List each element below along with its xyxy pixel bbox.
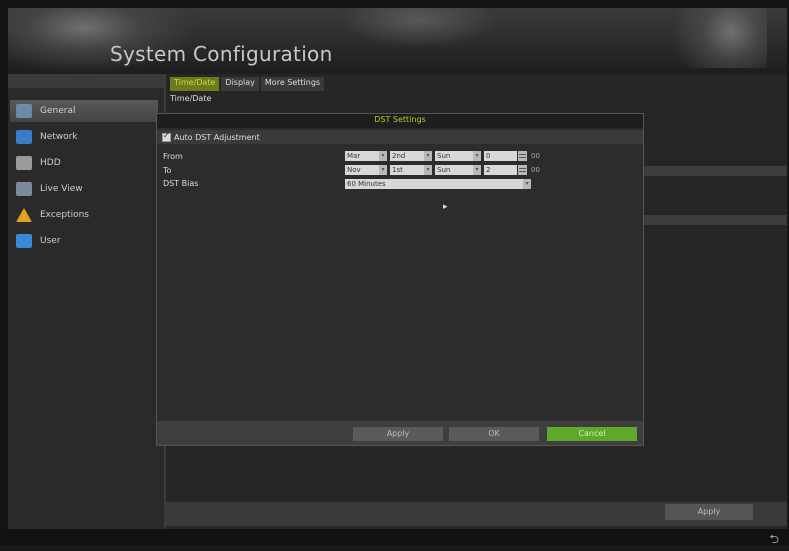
sidebar-item-general[interactable]: General (10, 100, 158, 122)
chevron-down-icon: ▾ (379, 151, 387, 161)
to-hour-value: 2 (486, 166, 491, 174)
from-label: From (163, 152, 183, 161)
enter-icon[interactable]: ⮌ (769, 530, 779, 551)
sidebar-item-label: Network (40, 132, 78, 142)
to-week-select[interactable]: 1st ▾ (390, 165, 432, 175)
to-hour-stepper[interactable] (518, 165, 527, 175)
chevron-down-icon: ▾ (473, 151, 481, 161)
sidebar-item-network[interactable]: Network (10, 126, 158, 148)
from-hour-stepper[interactable] (518, 151, 527, 161)
chevron-down-icon: ▾ (424, 165, 432, 175)
dst-settings-dialog: DST Settings Auto DST Adjustment From To… (156, 113, 644, 446)
dst-bias-label: DST Bias (163, 179, 199, 188)
from-month-value: Mar (347, 152, 361, 160)
sidebar-item-live-view[interactable]: Live View (10, 178, 158, 200)
sidebar-item-label: Live View (40, 184, 83, 194)
footer-bar (0, 529, 789, 545)
dst-bias-value: 60 Minutes (347, 180, 386, 188)
warning-icon (16, 208, 32, 222)
dialog-apply-button[interactable]: Apply (353, 427, 443, 441)
sidebar-item-hdd[interactable]: HDD (10, 152, 158, 174)
to-month-value: Nov (347, 166, 361, 174)
sidebar-header-strip (8, 74, 164, 88)
apply-button[interactable]: Apply (665, 504, 753, 520)
from-month-select[interactable]: Mar ▾ (345, 151, 387, 161)
header-decoration (338, 8, 498, 48)
mouse-cursor: ▸ (443, 202, 448, 212)
sidebar-item-label: Exceptions (40, 210, 89, 220)
dialog-cancel-button[interactable]: Cancel (547, 427, 637, 441)
header-decoration (647, 8, 767, 68)
to-minute-suffix: 00 (531, 166, 540, 174)
chevron-down-icon: ▾ (523, 179, 531, 189)
chevron-down-icon: ▾ (473, 165, 481, 175)
sidebar-item-exceptions[interactable]: Exceptions (10, 204, 158, 226)
to-month-select[interactable]: Nov ▾ (345, 165, 387, 175)
from-day-select[interactable]: Sun ▾ (435, 151, 481, 161)
chevron-down-icon: ▾ (379, 165, 387, 175)
to-day-value: Sun (437, 166, 451, 174)
dst-bias-select[interactable]: 60 Minutes ▾ (345, 179, 531, 189)
from-day-value: Sun (437, 152, 451, 160)
field-row (640, 215, 787, 225)
window-title: System Configuration (110, 42, 333, 66)
sidebar-item-label: HDD (40, 158, 61, 168)
tab-display[interactable]: Display (221, 77, 259, 91)
to-hour-input[interactable]: 2 (484, 165, 517, 175)
hdd-icon (16, 156, 32, 170)
network-icon (16, 130, 32, 144)
from-week-select[interactable]: 2nd ▾ (390, 151, 432, 161)
from-hour-value: 0 (486, 152, 491, 160)
auto-dst-row: Auto DST Adjustment (157, 130, 643, 144)
tab-time-date[interactable]: Time/Date (170, 77, 220, 91)
user-icon (16, 234, 32, 248)
from-minute-suffix: 00 (531, 152, 540, 160)
sidebar-item-label: General (40, 106, 76, 116)
chevron-down-icon: ▾ (424, 151, 432, 161)
auto-dst-checkbox[interactable] (162, 131, 171, 142)
dialog-title: DST Settings (374, 115, 426, 124)
tab-bar: Time/Date Display More Settings (170, 77, 325, 91)
sidebar-item-label: User (40, 236, 61, 246)
from-week-value: 2nd (392, 152, 406, 160)
to-week-value: 1st (392, 166, 403, 174)
header-banner: System Configuration (8, 8, 787, 74)
from-hour-input[interactable]: 0 (484, 151, 517, 161)
to-label: To (163, 166, 172, 175)
auto-dst-label: Auto DST Adjustment (174, 132, 260, 142)
field-row (640, 166, 787, 176)
sidebar-item-user[interactable]: User (10, 230, 158, 252)
gear-icon (16, 104, 32, 118)
dialog-ok-button[interactable]: OK (449, 427, 539, 441)
to-day-select[interactable]: Sun ▾ (435, 165, 481, 175)
section-title: Time/Date (170, 94, 212, 103)
monitor-icon (16, 182, 32, 196)
tab-more-settings[interactable]: More Settings (260, 77, 325, 91)
